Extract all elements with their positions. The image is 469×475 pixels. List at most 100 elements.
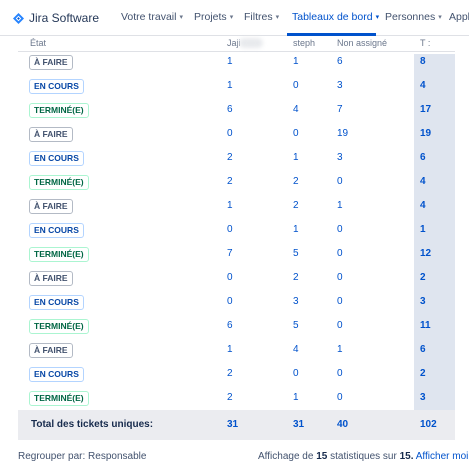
count-cell[interactable]: 0 xyxy=(227,128,233,139)
status-lozenge: À FAIRE xyxy=(29,199,73,214)
count-cell[interactable]: 0 xyxy=(293,128,299,139)
count-cell[interactable]: 0 xyxy=(293,368,299,379)
count-cell[interactable]: 3 xyxy=(293,296,299,307)
table-row: À FAIRE 0 2 0 2 xyxy=(0,267,469,291)
count-cell[interactable]: 7 xyxy=(337,104,343,115)
nav-personnes[interactable]: Personnes ▾ xyxy=(385,11,442,23)
status-lozenge: EN COURS xyxy=(29,79,84,94)
row-total-cell[interactable]: 4 xyxy=(420,176,426,187)
count-cell[interactable]: 1 xyxy=(227,56,233,67)
row-total-cell[interactable]: 3 xyxy=(420,392,426,403)
count-cell[interactable]: 0 xyxy=(337,248,343,259)
showing-total: 15. xyxy=(399,451,414,462)
row-total-cell[interactable]: 1 xyxy=(420,224,426,235)
count-cell[interactable]: 2 xyxy=(227,152,233,163)
header-assignee-steph: steph xyxy=(293,38,316,48)
count-cell[interactable]: 2 xyxy=(227,392,233,403)
showing-prefix: Affichage de xyxy=(258,451,314,462)
nav-label: Filtres xyxy=(244,11,273,23)
app-title: Jira Software xyxy=(29,11,100,25)
count-cell[interactable]: 1 xyxy=(337,200,343,211)
row-total-cell[interactable]: 3 xyxy=(420,296,426,307)
row-total-cell[interactable]: 11 xyxy=(420,320,431,331)
status-lozenge: TERMINÉ(E) xyxy=(29,175,89,190)
count-cell[interactable]: 0 xyxy=(337,392,343,403)
count-cell[interactable]: 0 xyxy=(227,272,233,283)
count-cell[interactable]: 6 xyxy=(227,320,233,331)
row-total-cell[interactable]: 6 xyxy=(420,152,426,163)
total-unassigned[interactable]: 40 xyxy=(337,419,348,430)
row-total-cell[interactable]: 2 xyxy=(420,272,426,283)
table-row: À FAIRE 1 1 6 8 xyxy=(0,51,469,75)
count-cell[interactable]: 1 xyxy=(293,56,299,67)
nav-tableaux-de-bord[interactable]: Tableaux de bord ▾ xyxy=(292,11,379,23)
count-cell[interactable]: 0 xyxy=(337,176,343,187)
row-total-cell[interactable]: 4 xyxy=(420,80,426,91)
count-cell[interactable]: 5 xyxy=(293,248,299,259)
total-steph[interactable]: 31 xyxy=(293,419,304,430)
jira-logo[interactable]: Jira Software xyxy=(13,10,99,26)
table-row: À FAIRE 1 4 1 6 xyxy=(0,339,469,363)
table-row: TERMINÉ(E) 2 1 0 3 xyxy=(0,387,469,411)
count-cell[interactable]: 0 xyxy=(337,224,343,235)
header-unassigned: Non assigné xyxy=(337,38,388,48)
total-all[interactable]: 102 xyxy=(420,419,437,430)
count-cell[interactable]: 4 xyxy=(293,344,299,355)
nav-filtres[interactable]: Filtres ▾ xyxy=(244,11,279,23)
count-cell[interactable]: 7 xyxy=(227,248,233,259)
count-cell[interactable]: 1 xyxy=(293,152,299,163)
showing-mid: statistiques sur xyxy=(330,451,397,462)
row-total-cell[interactable]: 8 xyxy=(420,56,426,67)
count-cell[interactable]: 2 xyxy=(293,272,299,283)
count-cell[interactable]: 0 xyxy=(337,320,343,331)
show-less-link[interactable]: Afficher moins xyxy=(416,451,469,462)
row-total-cell[interactable]: 17 xyxy=(420,104,431,115)
row-total-cell[interactable]: 19 xyxy=(420,128,431,139)
nav-votre-travail[interactable]: Votre travail ▾ xyxy=(121,11,183,23)
count-cell[interactable]: 3 xyxy=(337,80,343,91)
count-cell[interactable]: 2 xyxy=(227,176,233,187)
count-cell[interactable]: 1 xyxy=(227,200,233,211)
row-total-cell[interactable]: 6 xyxy=(420,344,426,355)
chevron-down-icon: ▾ xyxy=(229,14,234,21)
chevron-down-icon: ▾ xyxy=(179,14,183,21)
count-cell[interactable]: 0 xyxy=(337,272,343,283)
showing-summary: Affichage de 15 statistiques sur 15. Aff… xyxy=(258,451,469,462)
row-total-cell[interactable]: 4 xyxy=(420,200,426,211)
count-cell[interactable]: 5 xyxy=(293,320,299,331)
count-cell[interactable]: 1 xyxy=(227,80,233,91)
count-cell[interactable]: 19 xyxy=(337,128,348,139)
status-lozenge: TERMINÉ(E) xyxy=(29,247,89,262)
count-cell[interactable]: 6 xyxy=(227,104,233,115)
count-cell[interactable]: 0 xyxy=(337,296,343,307)
count-cell[interactable]: 2 xyxy=(227,368,233,379)
count-cell[interactable]: 2 xyxy=(293,176,299,187)
chevron-down-icon: ▾ xyxy=(275,14,280,21)
nav-label: Tableaux de bord xyxy=(292,11,373,23)
count-cell[interactable]: 1 xyxy=(337,344,343,355)
count-cell[interactable]: 1 xyxy=(293,392,299,403)
total-jaji[interactable]: 31 xyxy=(227,419,238,430)
status-lozenge: À FAIRE xyxy=(29,127,73,142)
count-cell[interactable]: 2 xyxy=(293,200,299,211)
count-cell[interactable]: 1 xyxy=(227,344,233,355)
header-total: T : xyxy=(420,38,431,48)
status-lozenge: TERMINÉ(E) xyxy=(29,103,89,118)
count-cell[interactable]: 6 xyxy=(337,56,343,67)
count-cell[interactable]: 3 xyxy=(337,152,343,163)
row-total-cell[interactable]: 12 xyxy=(420,248,431,259)
count-cell[interactable]: 4 xyxy=(293,104,299,115)
count-cell[interactable]: 1 xyxy=(293,224,299,235)
count-cell[interactable]: 0 xyxy=(293,80,299,91)
status-lozenge: EN COURS xyxy=(29,295,84,310)
nav-applications[interactable]: Appl xyxy=(449,11,469,23)
count-cell[interactable]: 0 xyxy=(337,368,343,379)
count-cell[interactable]: 0 xyxy=(227,296,233,307)
row-total-cell[interactable]: 2 xyxy=(420,368,426,379)
group-by-label: Regrouper par: Responsable xyxy=(18,451,147,462)
count-cell[interactable]: 0 xyxy=(227,224,233,235)
table-row: EN COURS 2 0 0 2 xyxy=(0,363,469,387)
nav-projets[interactable]: Projets ▾ xyxy=(194,11,233,23)
chevron-down-icon: ▾ xyxy=(375,14,380,21)
table-row: À FAIRE 1 2 1 4 xyxy=(0,195,469,219)
